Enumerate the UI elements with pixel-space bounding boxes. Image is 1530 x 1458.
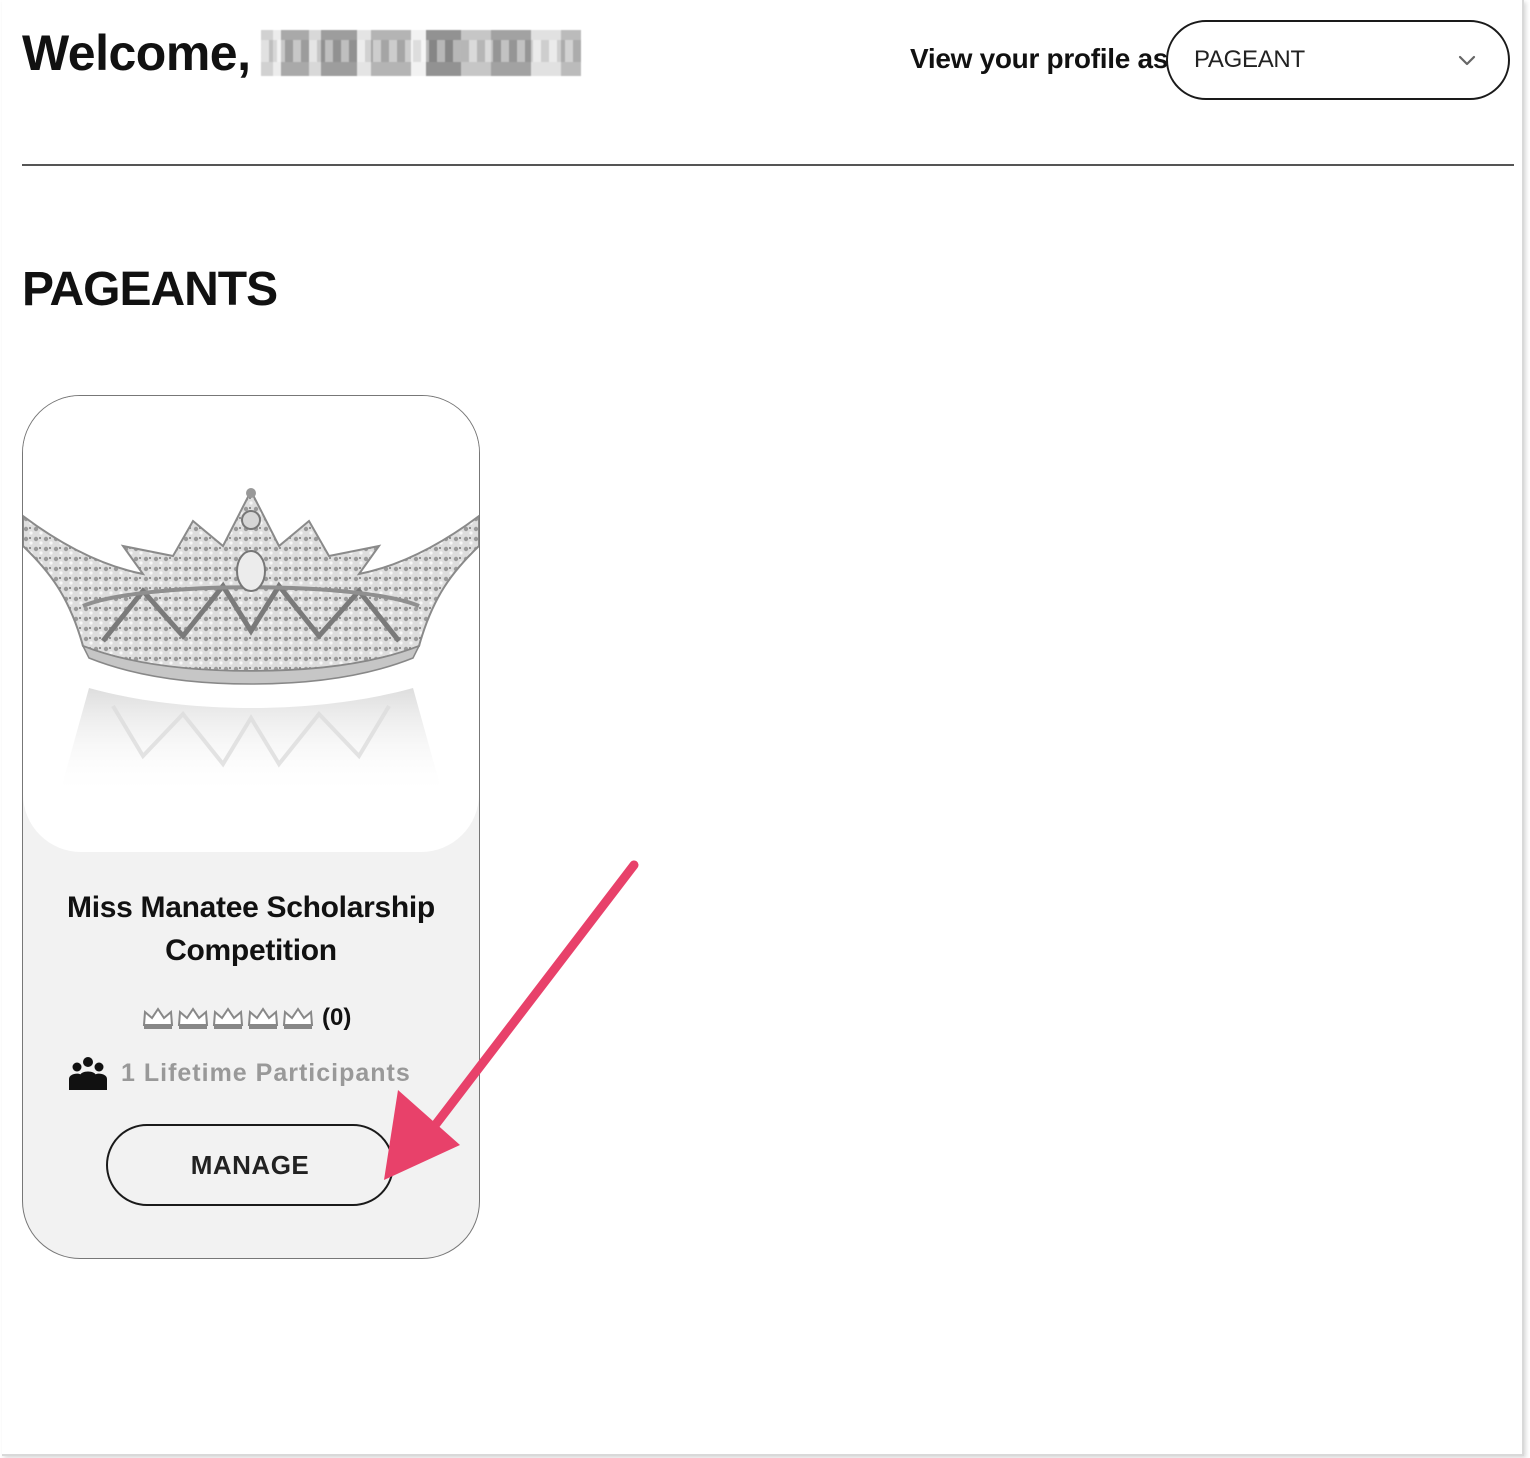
pageant-card: Miss Manatee Scholarship Competition (0)…	[22, 395, 480, 1259]
redacted-user-name	[260, 30, 581, 76]
participants-row: 1 Lifetime Participants	[69, 1056, 411, 1090]
participants-count: 1 Lifetime Participants	[121, 1058, 411, 1087]
welcome-label: Welcome,	[22, 25, 251, 81]
page-frame: Welcome, View your profile as PAGEANT PA…	[2, 0, 1524, 1456]
manage-button[interactable]: MANAGE	[106, 1124, 394, 1206]
crown-photo	[23, 488, 479, 796]
chevron-down-icon	[1458, 55, 1476, 66]
header-divider	[22, 164, 1514, 166]
profile-role-value: PAGEANT	[1194, 46, 1305, 73]
welcome-heading: Welcome,	[22, 24, 581, 82]
crown-icon	[142, 1007, 174, 1029]
rating-count: (0)	[322, 1004, 352, 1031]
crown-icon	[177, 1007, 209, 1029]
crown-icon	[282, 1007, 314, 1029]
profile-role-select[interactable]: PAGEANT	[1166, 20, 1510, 100]
crown-rating	[141, 1005, 316, 1031]
rating-row: (0)	[141, 1004, 351, 1032]
crown-icon	[247, 1007, 279, 1029]
pageant-image[interactable]	[23, 396, 479, 852]
pageant-title[interactable]: Miss Manatee Scholarship Competition	[23, 886, 479, 972]
people-icon	[69, 1057, 107, 1090]
section-title: PAGEANTS	[22, 263, 278, 316]
crown-icon	[212, 1007, 244, 1029]
view-as-label: View your profile as	[910, 43, 1169, 74]
